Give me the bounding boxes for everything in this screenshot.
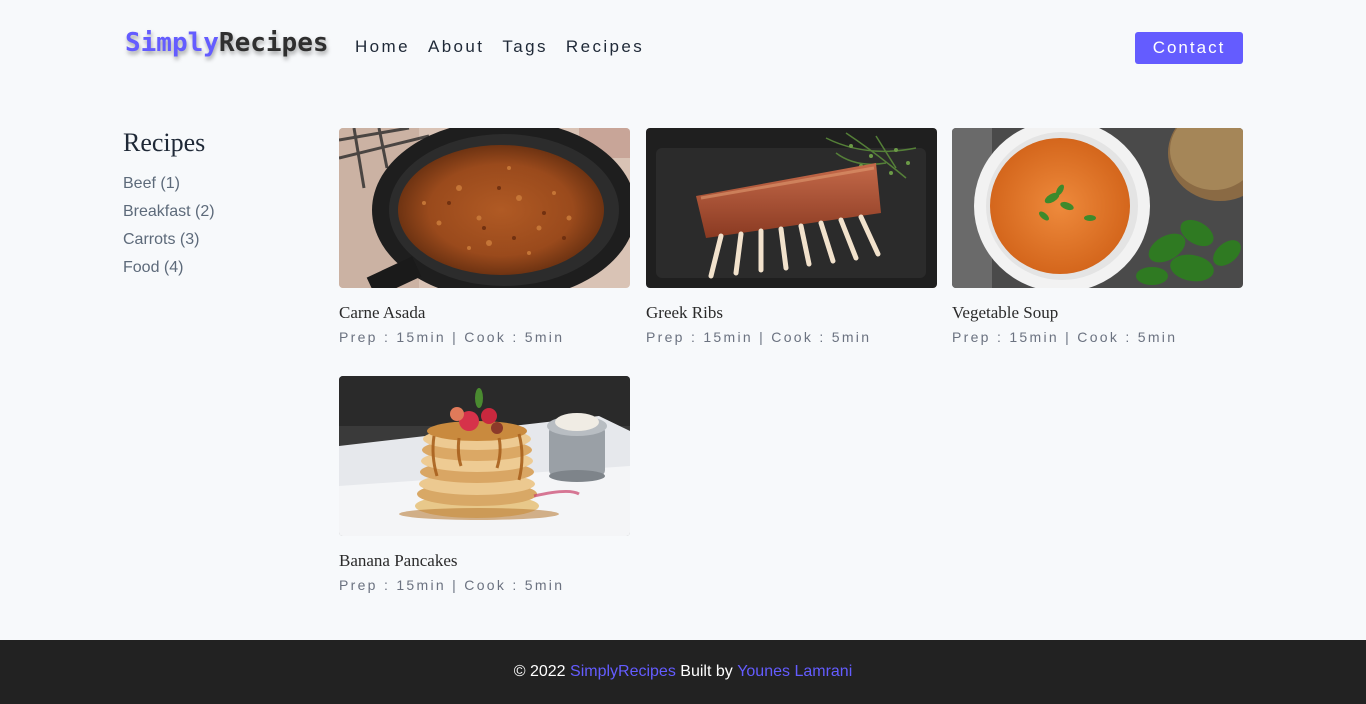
recipe-card-vegetable-soup[interactable]: Vegetable Soup Prep : 15min | Cook : 5mi… bbox=[952, 128, 1243, 345]
nav-link-home[interactable]: Home bbox=[355, 37, 410, 57]
sidebar-heading: Recipes bbox=[123, 128, 206, 157]
recipe-card-carne-asada[interactable]: Carne Asada Prep : 15min | Cook : 5min bbox=[339, 128, 630, 345]
navbar: SimplyRecipes Home About Tags Recipes Co… bbox=[0, 0, 1366, 96]
vegetable-soup-photo bbox=[952, 128, 1243, 288]
tag-link-beef[interactable]: Beef (1) bbox=[123, 170, 313, 198]
tag-link-food[interactable]: Food (4) bbox=[123, 254, 313, 282]
nav-link-tags[interactable]: Tags bbox=[502, 37, 548, 57]
nav-link-about[interactable]: About bbox=[428, 37, 484, 57]
recipe-card-banana-pancakes[interactable]: Banana Pancakes Prep : 15min | Cook : 5m… bbox=[339, 376, 630, 593]
footer-author-link[interactable]: Younes Lamrani bbox=[737, 663, 852, 681]
recipe-title[interactable]: Greek Ribs bbox=[646, 303, 937, 323]
recipe-meta: Prep : 15min | Cook : 5min bbox=[339, 577, 565, 593]
logo[interactable]: SimplyRecipes bbox=[125, 28, 329, 58]
logo-recipes: Recipes bbox=[218, 28, 329, 58]
footer-brand-link[interactable]: SimplyRecipes bbox=[570, 663, 676, 681]
contact-button[interactable]: Contact bbox=[1135, 32, 1243, 64]
footer-built-by: Built by bbox=[680, 663, 733, 680]
recipe-title[interactable]: Vegetable Soup bbox=[952, 303, 1243, 323]
recipe-meta: Prep : 15min | Cook : 5min bbox=[952, 329, 1178, 345]
recipe-title[interactable]: Carne Asada bbox=[339, 303, 630, 323]
banana-pancakes-photo bbox=[339, 376, 630, 536]
carne-asada-photo bbox=[339, 128, 630, 288]
recipe-card-greek-ribs[interactable]: Greek Ribs Prep : 15min | Cook : 5min bbox=[646, 128, 937, 345]
footer-copyright: © 2022 bbox=[513, 663, 566, 680]
nav-link-recipes[interactable]: Recipes bbox=[566, 37, 644, 57]
tag-link-carrots[interactable]: Carrots (3) bbox=[123, 226, 313, 254]
recipe-meta: Prep : 15min | Cook : 5min bbox=[339, 329, 565, 345]
greek-ribs-photo bbox=[646, 128, 937, 288]
tag-link-breakfast[interactable]: Breakfast (2) bbox=[123, 198, 313, 226]
logo-simply: Simply bbox=[125, 28, 219, 58]
nav-links: Home About Tags Recipes bbox=[355, 37, 644, 57]
recipe-title[interactable]: Banana Pancakes bbox=[339, 551, 630, 571]
recipe-meta: Prep : 15min | Cook : 5min bbox=[646, 329, 872, 345]
footer: © 2022 SimplyRecipes Built by Younes Lam… bbox=[0, 640, 1366, 704]
tag-sidebar: Recipes Beef (1) Breakfast (2) Carrots (… bbox=[123, 128, 313, 282]
